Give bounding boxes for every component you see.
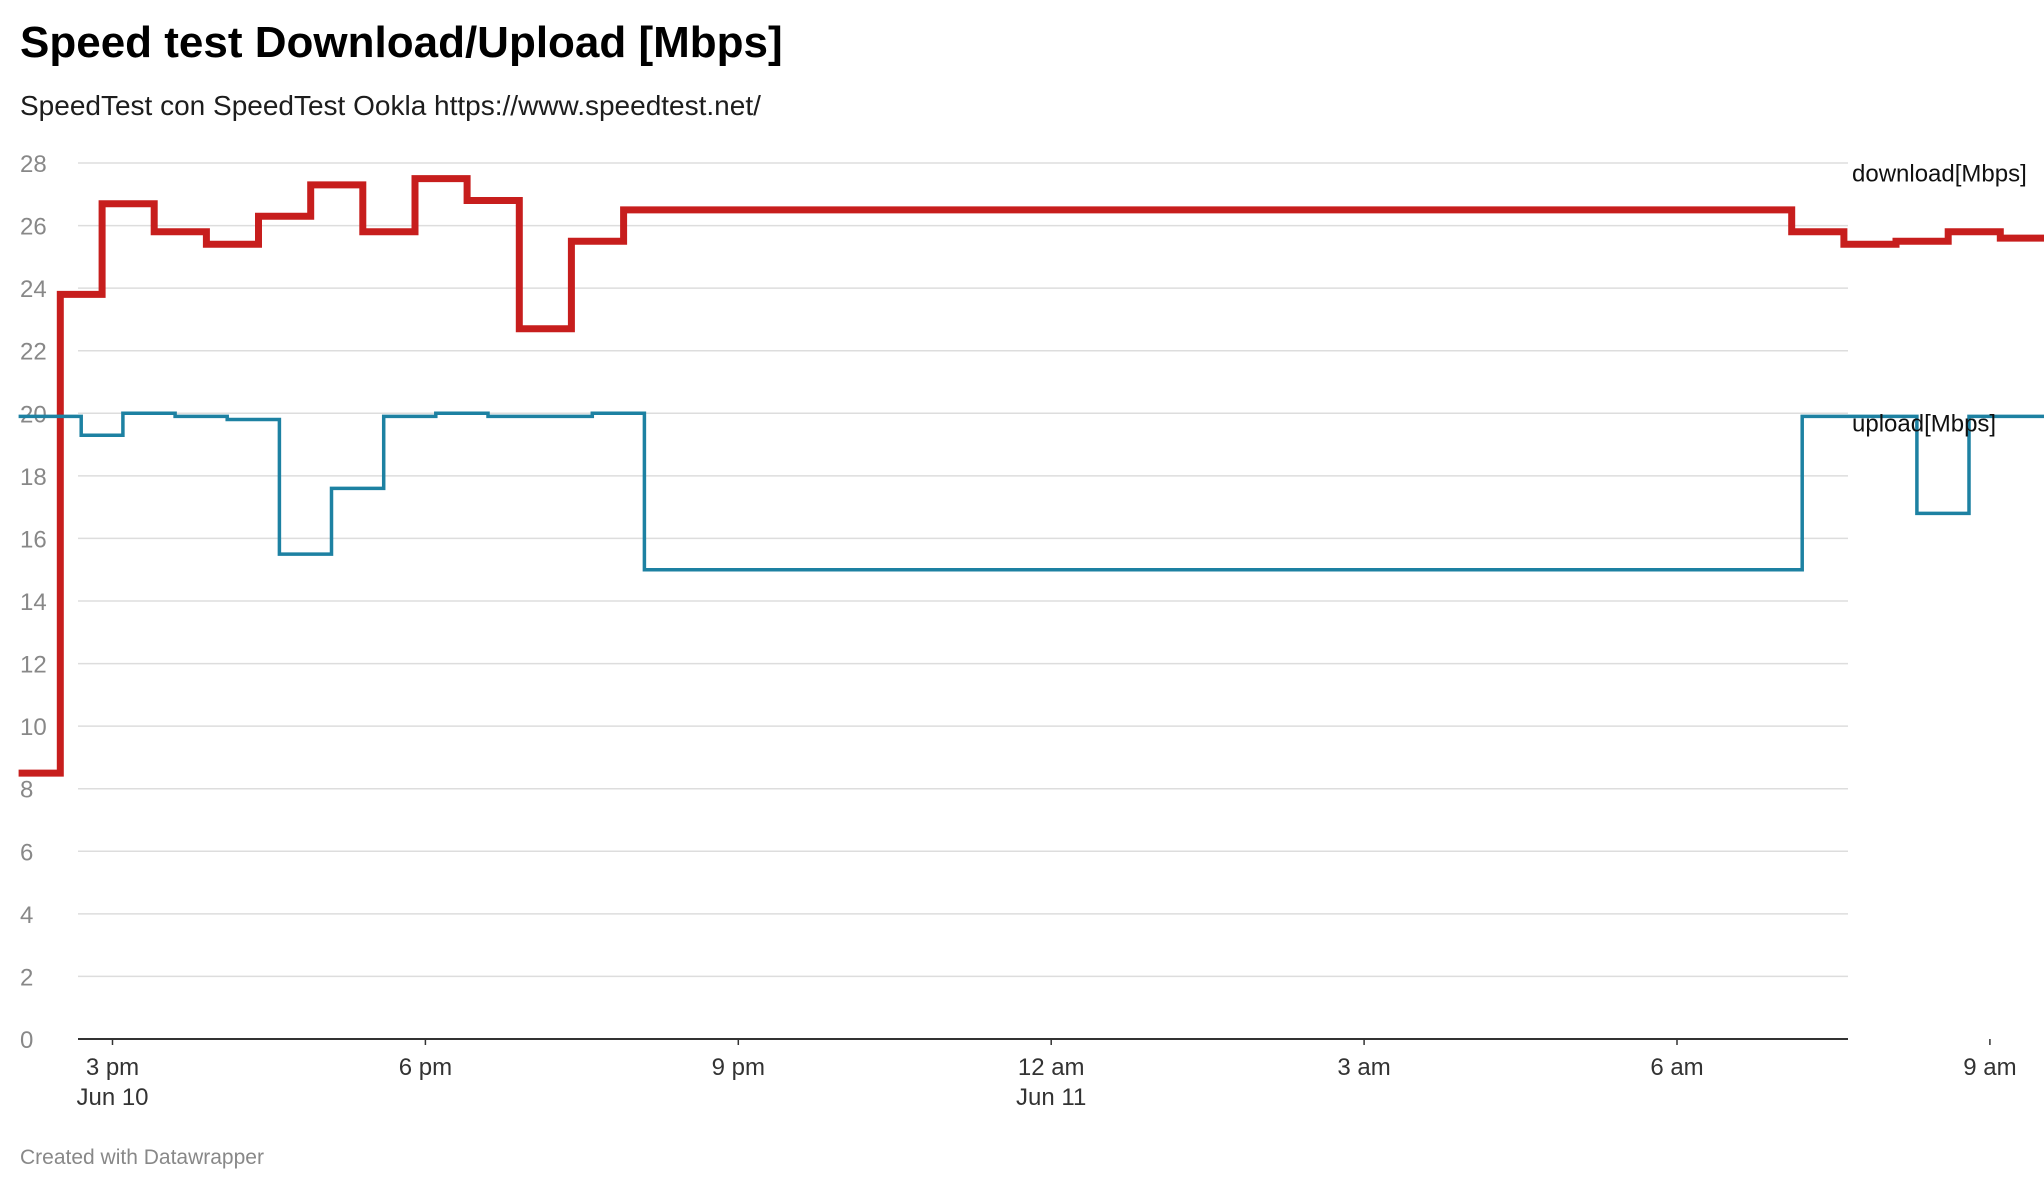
footer-credit: Created with Datawrapper (20, 1146, 264, 1169)
series-lines (18, 175, 2044, 777)
series-labels: download[Mbps] upload[Mbps] (1852, 160, 2027, 437)
y-tick-label: 16 (20, 526, 47, 553)
x-tick-label: 9 pm (712, 1054, 765, 1081)
x-tick-date-label: Jun 11 (1016, 1084, 1086, 1111)
series-line-download (18, 175, 2044, 777)
series-label-download: download[Mbps] (1852, 160, 2027, 187)
y-tick-label: 12 (20, 652, 47, 679)
y-tick-label: 24 (20, 276, 47, 303)
y-tick-label: 28 (20, 151, 47, 178)
y-tick-label: 4 (20, 902, 33, 929)
x-tick-label: 9 am (1963, 1054, 2016, 1081)
y-tick-label: 8 (20, 777, 33, 804)
y-tick-label: 26 (20, 214, 47, 241)
y-tick-label: 22 (20, 339, 47, 366)
y-tick-label: 10 (20, 714, 47, 741)
y-axis: 0246810121416182022242628 (20, 151, 47, 1054)
x-tick-label: 12 am (1018, 1054, 1085, 1081)
x-tick-label: 6 am (1650, 1054, 1703, 1081)
y-tick-label: 2 (20, 964, 33, 991)
x-tick-label: 3 pm (86, 1054, 139, 1081)
step-line-chart: 0246810121416182022242628 3 pmJun 106 pm… (18, 151, 2044, 1111)
x-tick-label: 3 am (1337, 1054, 1390, 1081)
y-tick-label: 18 (20, 464, 47, 491)
x-axis: 3 pm Jun 10 6 pm 9 pm 12 am Jun 11 3 am 6 am 9 a… (76, 1038, 2017, 1111)
series-line-upload (18, 411, 2044, 572)
series-label-upload: upload[Mbps] (1852, 411, 1996, 438)
y-tick-label: 0 (20, 1027, 33, 1054)
x-tick-label: 6 pm (399, 1054, 452, 1081)
y-tick-label: 6 (20, 839, 33, 866)
x-tick-date-label: Jun 10 (76, 1084, 148, 1111)
y-tick-label: 14 (20, 589, 47, 616)
